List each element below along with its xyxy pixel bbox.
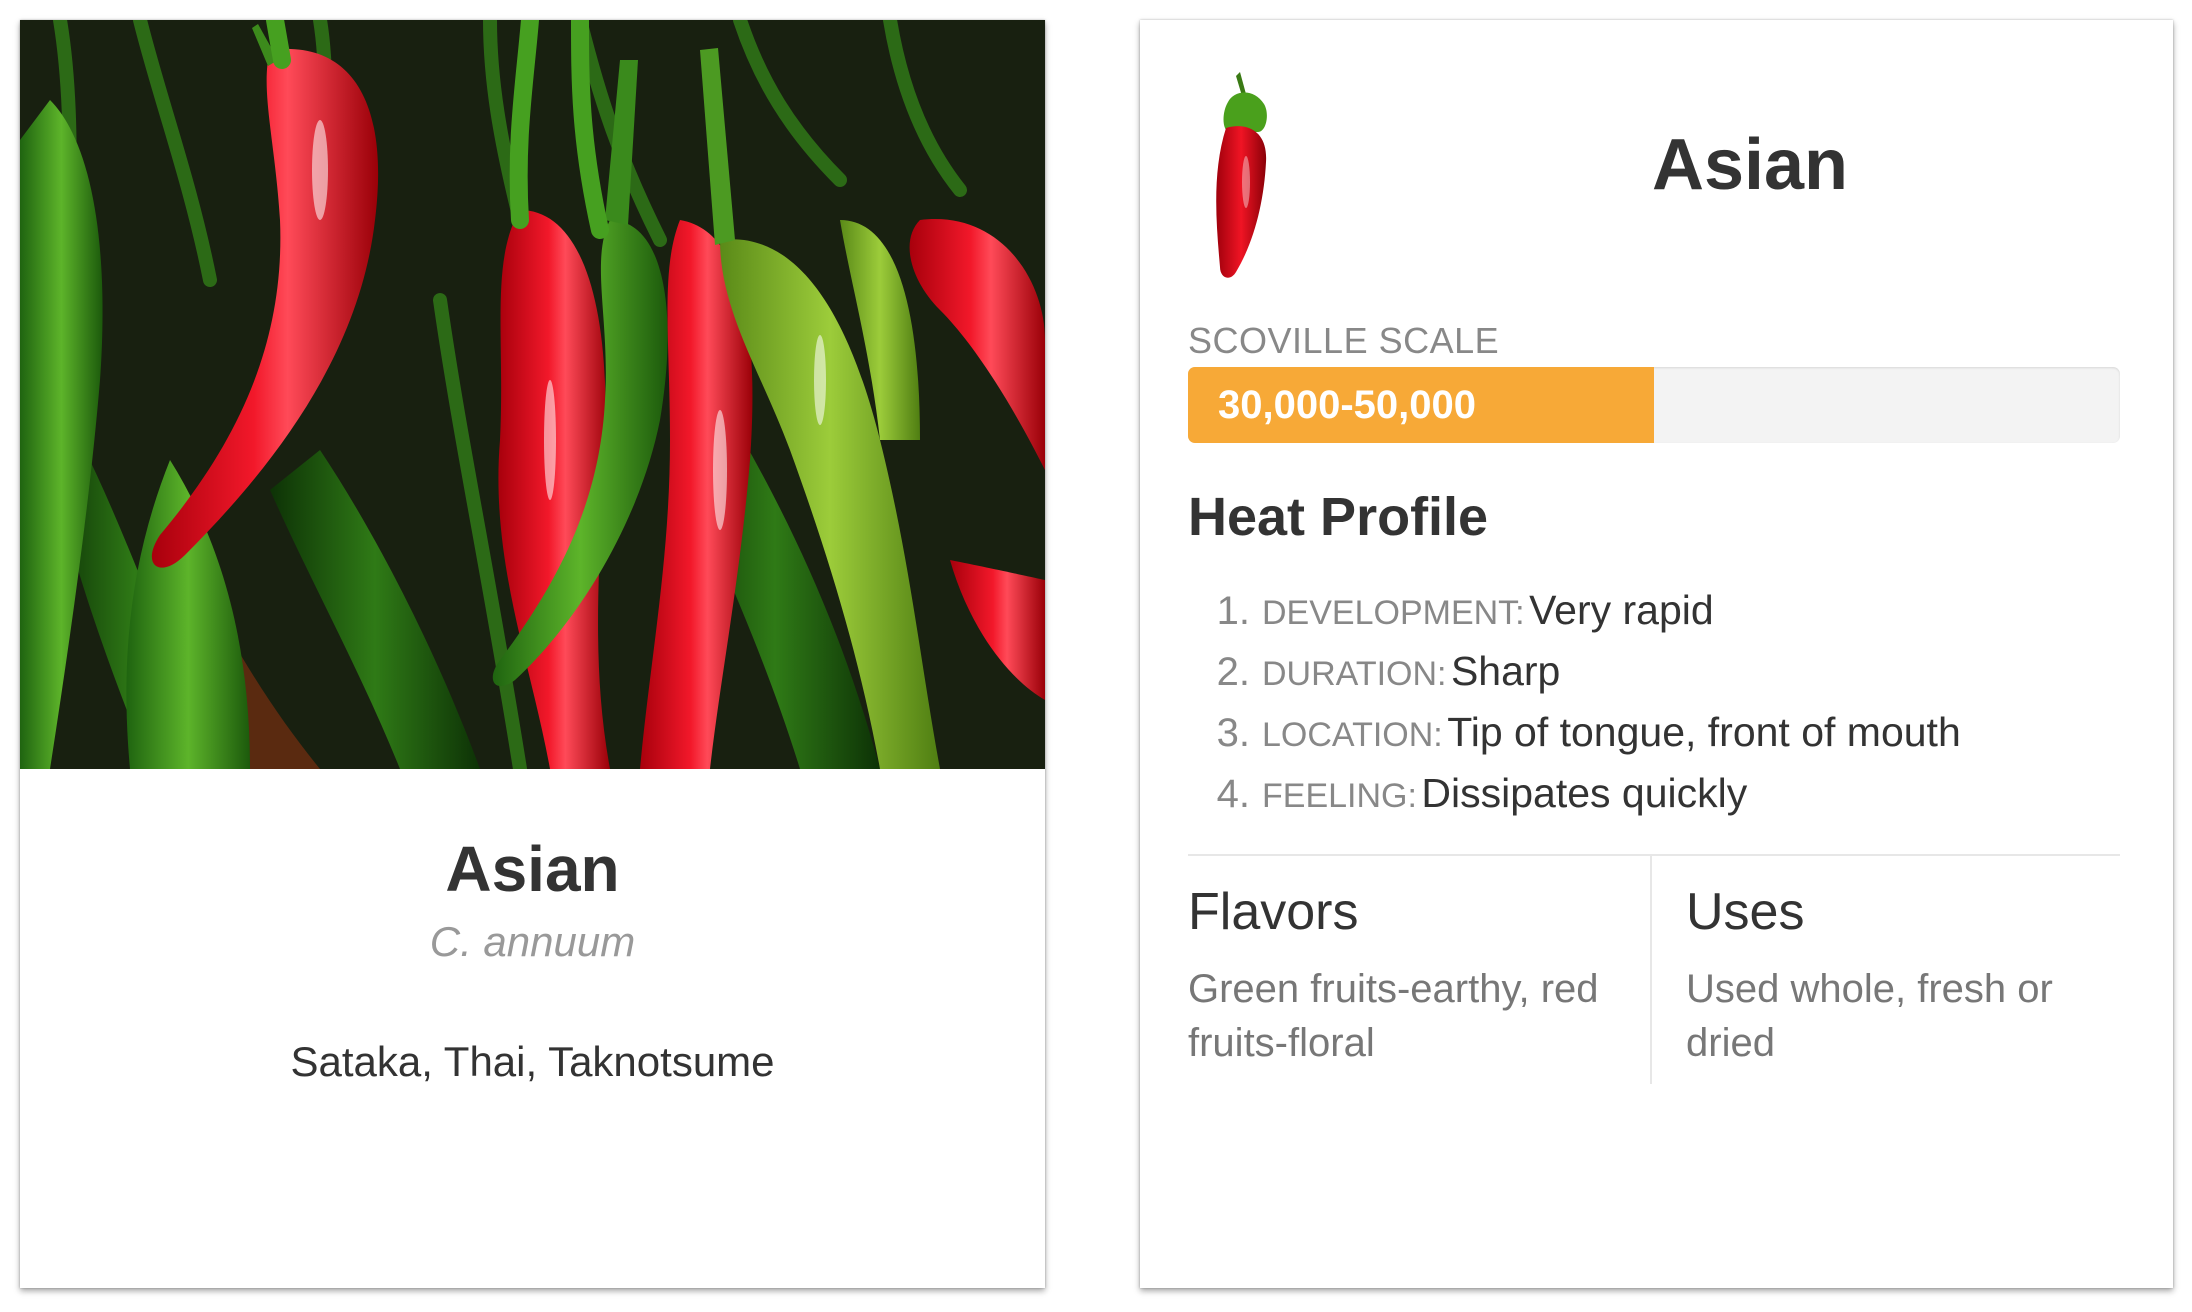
pepper-photo [20, 20, 1045, 769]
heat-key: LOCATION: [1262, 716, 1443, 754]
heat-value: Dissipates quickly [1421, 770, 1748, 816]
list-number: 4. [1216, 772, 1250, 816]
heat-key: FEELING: [1262, 777, 1417, 815]
heat-profile-item-development: 1. DEVELOPMENT: Very rapid [1188, 580, 2128, 641]
heat-value: Tip of tongue, front of mouth [1447, 709, 1961, 755]
column-divider [1650, 856, 1652, 1084]
red-chili-pepper-icon [1206, 72, 1276, 288]
heat-profile-title: Heat Profile [1188, 487, 1489, 547]
heat-key: DEVELOPMENT: [1262, 594, 1525, 632]
heat-value: Very rapid [1529, 587, 1714, 633]
pepper-name: Asian [445, 833, 620, 905]
pepper-aliases: Sataka, Thai, Taknotsume [290, 1038, 775, 1085]
pepper-card-details[interactable]: Asian SCOVILLE SCALE 30,000-50,000 Heat … [1140, 20, 2173, 1288]
flavors-title: Flavors [1188, 883, 1359, 941]
heat-profile-list: 1. DEVELOPMENT: Very rapid 2. DURATION: Sh… [1188, 580, 2128, 824]
uses-text: Used whole, fresh or dried [1686, 967, 2053, 1065]
scoville-value: 30,000-50,000 [1218, 383, 1477, 427]
scoville-scale-label: SCOVILLE SCALE [1188, 320, 1500, 361]
section-divider [1188, 854, 2120, 856]
heat-key: DURATION: [1262, 655, 1447, 693]
heat-value: Sharp [1450, 648, 1561, 694]
heat-profile-item-feeling: 4. FEELING: Dissipates quickly [1188, 763, 2128, 824]
list-number: 2. [1216, 650, 1250, 694]
list-number: 1. [1216, 589, 1250, 633]
heat-profile-item-duration: 2. DURATION: Sharp [1188, 641, 2128, 702]
flavors-text: Green fruits-earthy, red fruits-floral [1188, 967, 1599, 1065]
flavors-section: Flavors Green fruits-earthy, red fruits-… [1188, 882, 1628, 1070]
list-number: 3. [1216, 711, 1250, 755]
uses-section: Uses Used whole, fresh or dried [1686, 882, 2126, 1070]
heat-profile-item-location: 3. LOCATION: Tip of tongue, front of mout… [1188, 702, 2128, 763]
uses-title: Uses [1686, 883, 1805, 941]
pepper-card-front[interactable]: Asian C. annuum Sataka, Thai, Taknotsume [20, 20, 1045, 1288]
pepper-title: Asian [1651, 125, 1849, 205]
scoville-progress-bar: 30,000-50,000 [1188, 367, 2120, 443]
pepper-species: C. annuum [429, 918, 636, 965]
